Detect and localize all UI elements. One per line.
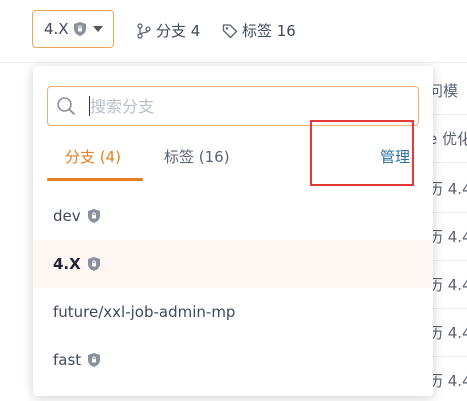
branch-item-4x[interactable]: 4.X	[33, 240, 433, 288]
branch-item-fast[interactable]: fast	[33, 336, 433, 384]
bg-column-header: 问模	[428, 82, 459, 100]
caret-down-icon	[92, 26, 103, 32]
branch-name: fast	[53, 351, 82, 369]
tab-tags[interactable]: 标签 (16)	[164, 146, 230, 167]
bg-row-text: e 优化	[428, 130, 467, 148]
tab-branches[interactable]: 分支 (4)	[65, 146, 121, 167]
bg-row-text: 历 4.4	[428, 276, 467, 294]
tag-icon	[222, 23, 238, 38]
content-divider	[0, 62, 467, 63]
branch-item-dev[interactable]: dev	[33, 192, 433, 240]
bg-row-text: 历 4.4	[428, 228, 467, 246]
shield-icon	[88, 353, 101, 367]
annotation-highlight-box	[310, 120, 414, 186]
branch-name: future/xxl-job-admin-mp	[53, 303, 236, 321]
bg-row-text: 历 4.4	[428, 372, 467, 390]
branches-count-label: 分支 4	[156, 22, 201, 40]
shield-icon	[87, 257, 100, 271]
branch-item-future-xxl-job-admin-mp[interactable]: future/xxl-job-admin-mp	[33, 288, 433, 336]
branch-search-input[interactable]	[90, 93, 390, 119]
active-tab-indicator	[47, 178, 143, 181]
branch-list: dev 4.X future/xxl-job-admin-mp fast	[33, 192, 433, 384]
branch-icon	[137, 22, 151, 39]
bg-row-text: 历 4.4	[428, 180, 467, 198]
repo-toolbar: 4.X 分支 4 标签 16	[0, 0, 467, 60]
tags-count-label: 标签 16	[242, 22, 296, 40]
search-icon	[57, 97, 75, 115]
branch-selector-button[interactable]: 4.X	[32, 10, 114, 48]
branch-dropdown: 分支 (4) 标签 (16) 管理 dev 4.X future/xxl-job…	[33, 66, 433, 396]
current-branch-label: 4.X	[44, 20, 69, 38]
branch-name: 4.X	[53, 255, 81, 273]
bg-row-text: 历 4.4	[428, 324, 467, 342]
shield-icon	[87, 209, 100, 223]
tags-count-link[interactable]: 标签 16	[222, 20, 296, 41]
shield-icon	[73, 22, 86, 36]
branch-name: dev	[53, 207, 81, 225]
branches-count-link[interactable]: 分支 4	[136, 20, 200, 41]
